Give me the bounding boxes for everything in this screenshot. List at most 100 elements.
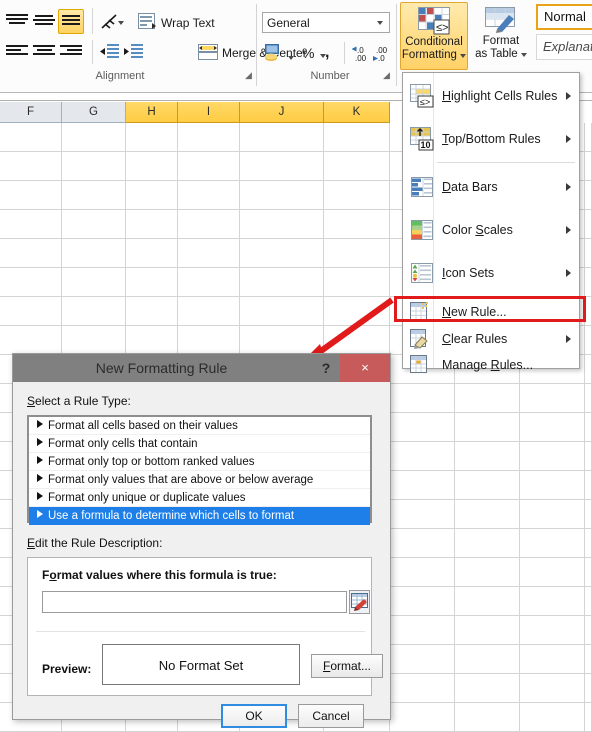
column-header-J[interactable]: J [240,102,324,123]
conditional-formatting-button[interactable]: ≤> Conditional Formatting [400,2,468,70]
alignment-dialog-launcher[interactable]: ◢ [243,70,254,81]
menu-item-clear-rules[interactable]: Clear Rules [404,326,580,352]
rule-type-option[interactable]: Format only cells that contain [29,435,370,453]
grid-cell[interactable] [324,297,390,326]
grid-cell[interactable] [390,616,455,645]
wrap-text-icon[interactable] [138,13,157,31]
align-right-icon[interactable] [60,45,82,59]
grid-cell[interactable] [324,152,390,181]
grid-cell[interactable] [324,123,390,152]
grid-cell[interactable] [240,123,324,152]
text-orientation-icon[interactable] [100,12,126,32]
grid-cell[interactable] [240,210,324,239]
grid-cell[interactable] [585,674,592,703]
grid-cell[interactable] [0,326,62,355]
grid-cell[interactable] [178,326,240,355]
grid-cell[interactable] [520,384,585,413]
grid-cell[interactable] [520,558,585,587]
grid-cell[interactable] [178,239,240,268]
cell-styles-gallery[interactable]: Normal Explanatory [536,4,592,68]
grid-cell[interactable] [0,210,62,239]
comma-style-button[interactable]: , [325,44,329,62]
rule-type-option[interactable]: Format only unique or duplicate values [29,489,370,507]
grid-cell[interactable] [585,587,592,616]
grid-cell[interactable] [0,152,62,181]
grid-cell[interactable] [0,268,62,297]
grid-cell[interactable] [62,297,126,326]
grid-cell[interactable] [455,442,520,471]
grid-cell[interactable] [126,326,178,355]
menu-item-color-scales[interactable]: Color Scales [404,209,580,251]
grid-cell[interactable] [240,297,324,326]
grid-cell[interactable] [178,268,240,297]
grid-cell[interactable] [585,181,592,210]
grid-cell[interactable] [324,239,390,268]
rule-type-option[interactable]: Format only values that are above or bel… [29,471,370,489]
grid-cell[interactable] [585,471,592,500]
menu-item-data-bars[interactable]: Data Bars [404,166,580,208]
grid-cell[interactable] [126,268,178,297]
grid-cell[interactable] [390,471,455,500]
grid-cell[interactable] [455,587,520,616]
grid-cell[interactable] [585,529,592,558]
align-left-icon[interactable] [6,45,28,59]
grid-cell[interactable] [455,674,520,703]
grid-cell[interactable] [62,239,126,268]
rule-type-list[interactable]: Format all cells based on their values Fo… [27,415,372,525]
grid-cell[interactable] [520,587,585,616]
grid-cell[interactable] [455,616,520,645]
decrease-indent-icon[interactable] [100,44,120,60]
wrap-text-button[interactable]: Wrap Text [161,16,215,30]
grid-cell[interactable] [62,123,126,152]
grid-cell[interactable] [455,529,520,558]
grid-cell[interactable] [240,181,324,210]
merge-and-center-icon[interactable] [198,44,218,61]
column-header-G[interactable]: G [62,102,126,123]
number-dialog-launcher[interactable]: ◢ [381,70,392,81]
column-header-F[interactable]: F [0,102,62,123]
accounting-number-format-icon[interactable] [264,44,284,62]
grid-cell[interactable] [520,703,585,732]
grid-cell[interactable] [585,152,592,181]
grid-cell[interactable] [585,558,592,587]
grid-cell[interactable] [126,152,178,181]
grid-cell[interactable] [324,268,390,297]
grid-cell[interactable] [324,210,390,239]
grid-cell[interactable] [240,268,324,297]
grid-cell[interactable] [585,703,592,732]
grid-cell[interactable] [126,181,178,210]
menu-item-icon-sets[interactable]: Icon Sets [404,252,580,294]
grid-cell[interactable] [455,645,520,674]
grid-cell[interactable] [324,326,390,355]
grid-cell[interactable] [455,703,520,732]
grid-cell[interactable] [585,413,592,442]
grid-cell[interactable] [585,123,592,152]
grid-cell[interactable] [520,471,585,500]
grid-cell[interactable] [585,616,592,645]
grid-cell[interactable] [585,442,592,471]
dialog-title-bar[interactable]: New Formatting Rule ? × [13,354,390,382]
grid-cell[interactable] [390,442,455,471]
help-button[interactable]: ? [316,358,336,378]
grid-cell[interactable] [62,210,126,239]
number-format-dropdown[interactable]: General [262,12,390,33]
grid-cell[interactable] [520,674,585,703]
align-middle-icon[interactable] [33,13,55,31]
new-formatting-rule-dialog[interactable]: New Formatting Rule ? × Select a Rule Ty… [12,353,391,728]
cell-style-normal[interactable]: Normal [536,4,592,30]
increase-indent-icon[interactable] [124,44,144,60]
align-top-icon[interactable] [6,13,28,31]
increase-decimal-icon[interactable]: .0.00 [351,44,371,63]
grid-cell[interactable] [455,558,520,587]
grid-cell[interactable] [585,297,592,326]
format-as-table-button[interactable]: Format as Table [470,2,532,70]
grid-cell[interactable] [0,297,62,326]
grid-cell[interactable] [324,181,390,210]
cancel-button[interactable]: Cancel [298,704,364,728]
conditional-formatting-menu[interactable]: ≤> Highlight Cells Rules 10 Top/Bottom R… [402,72,580,373]
formula-input[interactable] [42,591,347,613]
close-button[interactable]: × [340,354,390,382]
rule-type-option[interactable]: Use a formula to determine which cells t… [29,507,370,525]
rule-type-option[interactable]: Format only top or bottom ranked values [29,453,370,471]
grid-cell[interactable] [520,442,585,471]
